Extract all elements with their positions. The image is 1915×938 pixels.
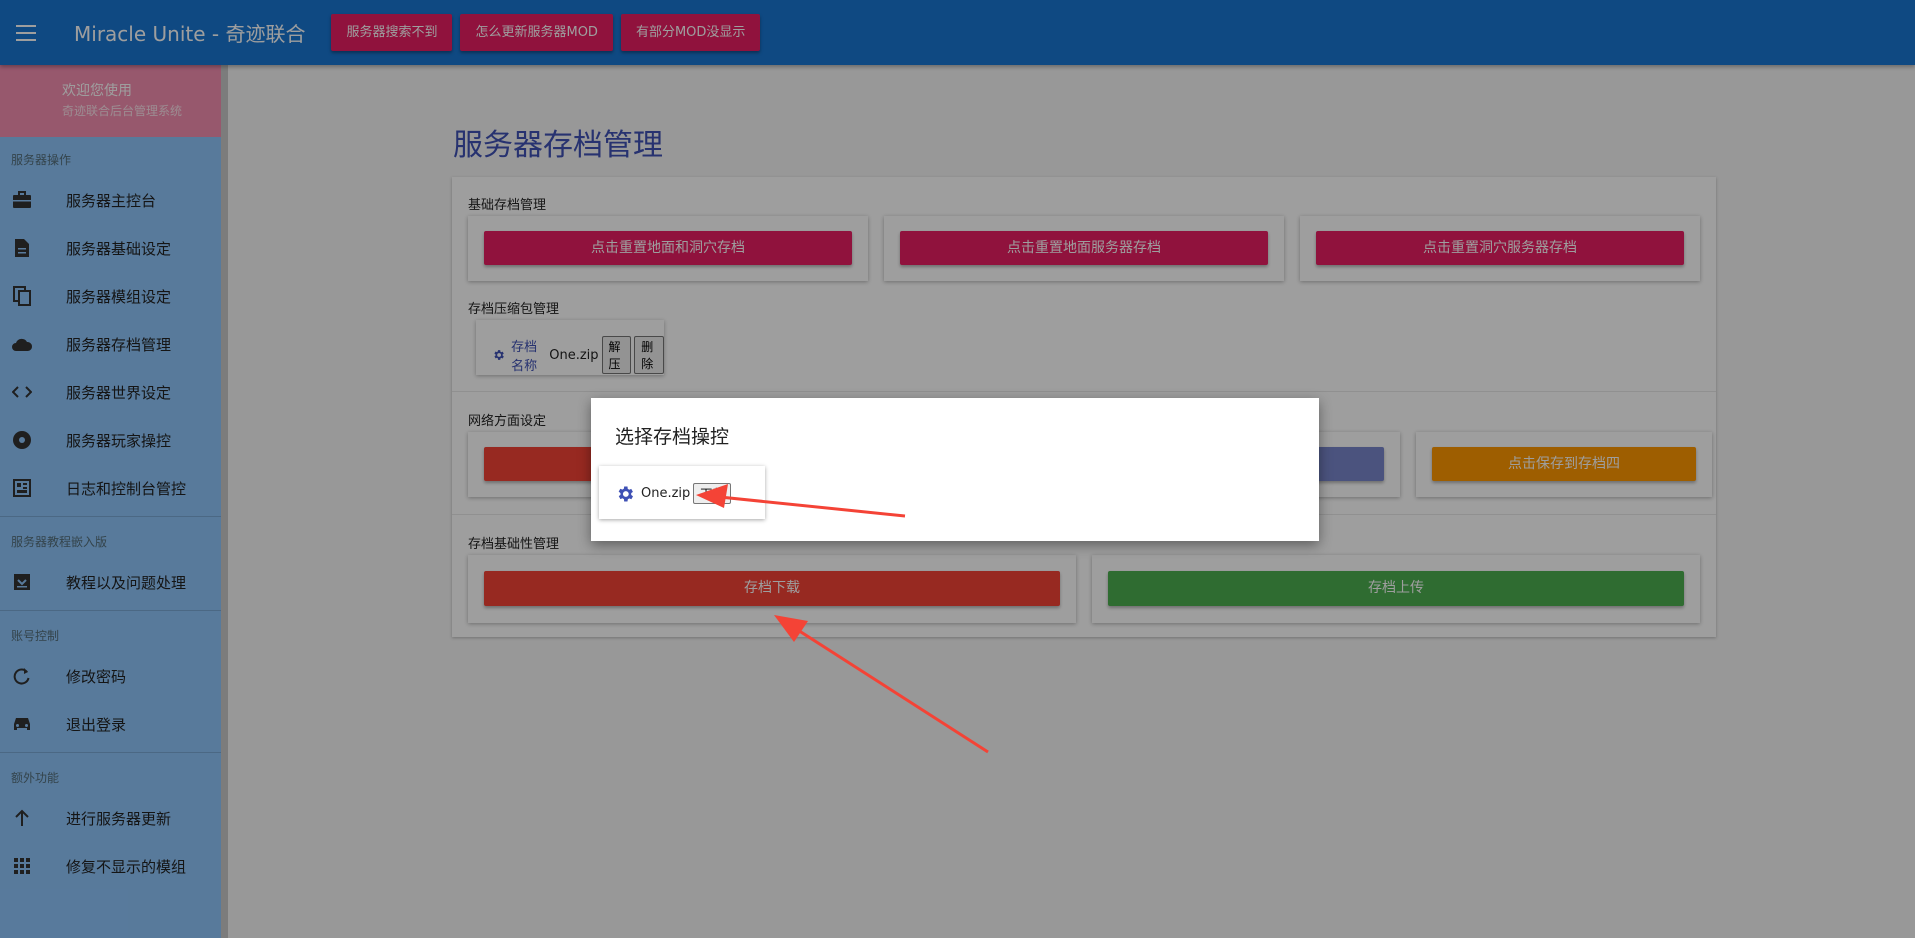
- dialog-zip-card: One.zip 下载: [599, 466, 765, 519]
- dialog-file-name: One.zip: [641, 486, 691, 501]
- gear-icon: [618, 486, 633, 501]
- dialog-download-button[interactable]: 下载: [693, 483, 732, 504]
- select-archive-dialog: 选择存档操控 One.zip 下载: [591, 398, 1319, 541]
- dialog-title: 选择存档操控: [615, 426, 730, 448]
- dialog-zip-row: One.zip 下载: [615, 483, 732, 504]
